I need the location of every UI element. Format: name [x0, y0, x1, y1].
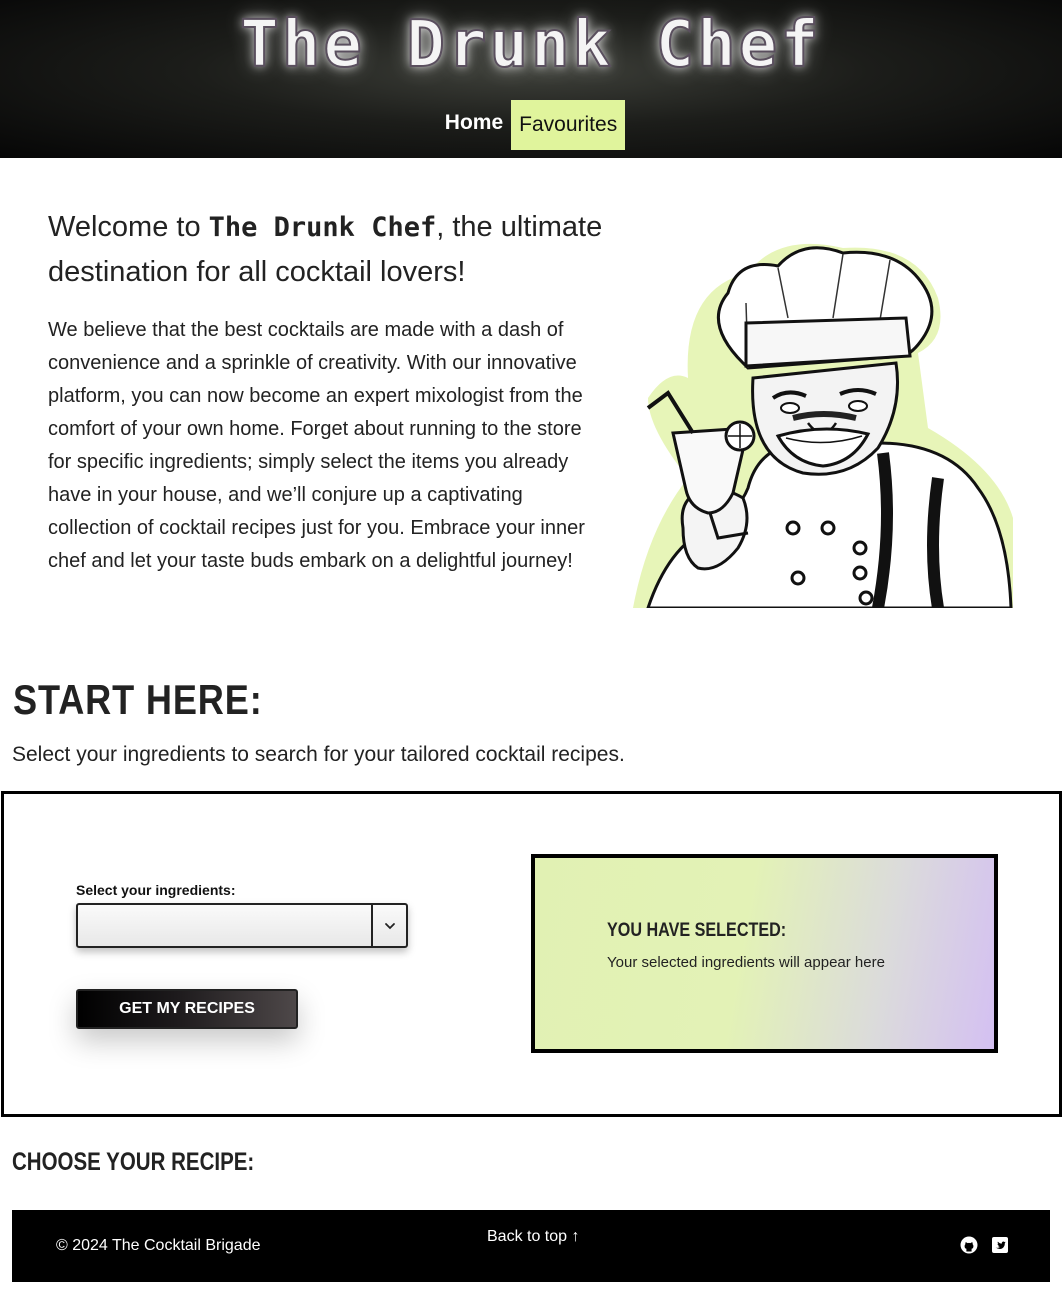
back-to-top-link[interactable]: Back to top ↑	[487, 1228, 580, 1246]
nav-favourites-link[interactable]: Favourites	[511, 100, 626, 150]
select-divider	[371, 905, 373, 946]
selected-ingredients-panel: YOU HAVE SELECTED: Your selected ingredi…	[531, 854, 998, 1053]
start-here-subtitle: Select your ingredients to search for yo…	[12, 743, 625, 766]
github-icon[interactable]	[960, 1236, 978, 1254]
chef-illustration	[633, 243, 1013, 608]
ingredients-label: Select your ingredients:	[76, 882, 236, 898]
main-nav: Home Favourites	[0, 100, 1062, 150]
get-my-recipes-button[interactable]: GET MY RECIPES	[76, 989, 298, 1029]
site-title: The Drunk Chef	[239, 7, 822, 83]
ingredients-select[interactable]	[76, 903, 408, 948]
twitter-icon[interactable]	[992, 1237, 1008, 1253]
selected-ingredients-title: YOU HAVE SELECTED:	[607, 920, 787, 941]
intro-heading-brand: The Drunk Chef	[208, 212, 437, 243]
intro-body: We believe that the best cocktails are m…	[48, 319, 585, 572]
nav-home-link[interactable]: Home	[437, 100, 511, 150]
chevron-down-icon[interactable]	[379, 915, 401, 937]
start-here-title: START HERE:	[13, 676, 263, 723]
copyright-text: © 2024 The Cocktail Brigade	[56, 1237, 261, 1254]
choose-recipe-title: CHOOSE YOUR RECIPE:	[12, 1148, 255, 1176]
intro-heading-prefix: Welcome to	[48, 211, 209, 243]
selected-ingredients-placeholder: Your selected ingredients will appear he…	[607, 954, 885, 971]
intro-heading: Welcome to The Drunk Chef, the ultimate …	[48, 205, 608, 295]
site-footer: © 2024 The Cocktail Brigade Back to top …	[12, 1210, 1050, 1282]
site-header: The Drunk Chef Home Favourites	[0, 0, 1062, 158]
